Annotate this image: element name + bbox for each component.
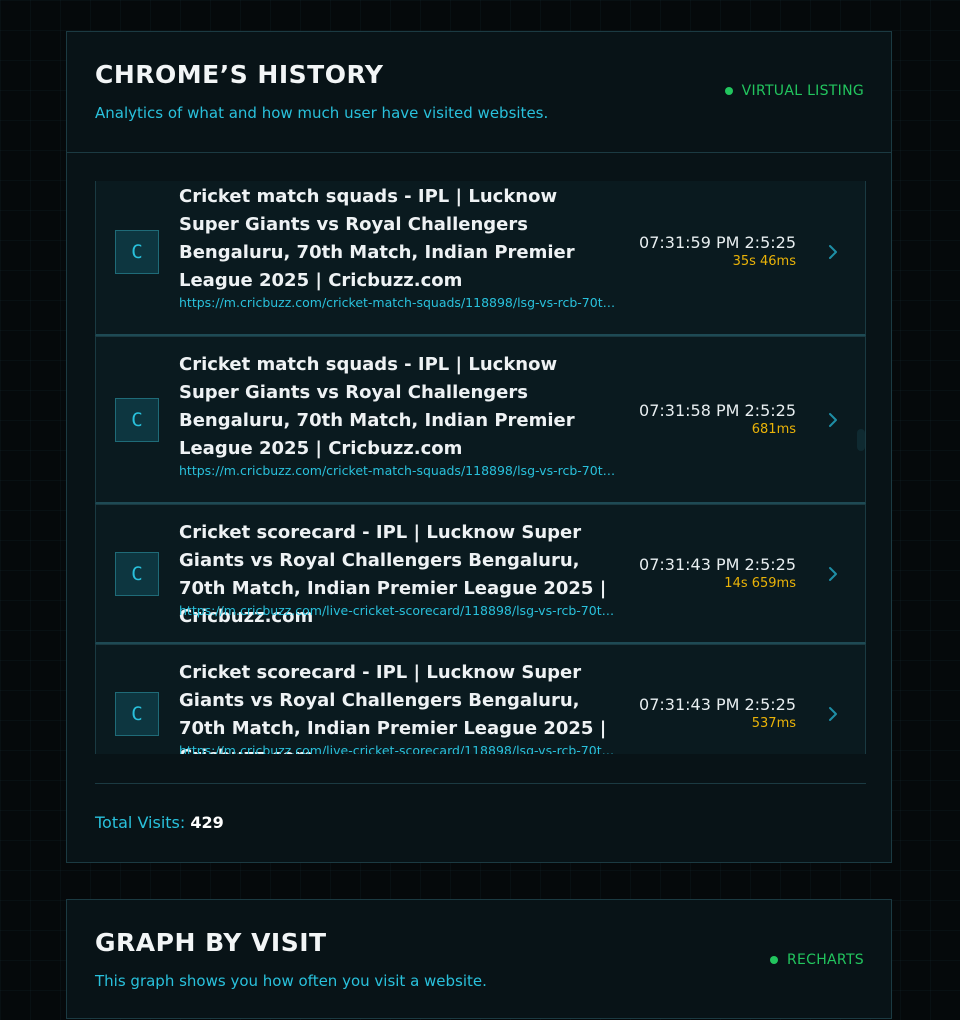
row-title: Cricket match squads - IPL | Lucknow Sup… xyxy=(179,186,575,291)
graph-subtitle: This graph shows you how often you visit… xyxy=(95,972,487,990)
site-avatar: C xyxy=(115,551,159,596)
row-time: 07:31:43 PM 2:5:25 537ms xyxy=(639,695,796,733)
row-title: Cricket scorecard - IPL | Lucknow Super … xyxy=(179,662,607,754)
list-scrollbar[interactable] xyxy=(857,429,865,451)
visit-duration: 35s 46ms xyxy=(732,253,796,269)
status-dot-icon xyxy=(769,956,778,964)
row-url[interactable]: https://m.cricbuzz.com/cricket-match-squ… xyxy=(179,295,621,310)
badge-label: VIRTUAL LISTING xyxy=(741,83,864,99)
chevron-right-icon[interactable] xyxy=(823,410,843,430)
row-time: 07:31:59 PM 2:5:25 35s 46ms xyxy=(639,233,796,271)
visit-time: 07:31:43 PM 2:5:25 xyxy=(639,694,796,714)
graph-panel: GRAPH BY VISIT This graph shows you how … xyxy=(66,899,892,1019)
row-time: 07:31:58 PM 2:5:25 681ms xyxy=(639,401,796,439)
row-title: Cricket match squads - IPL | Lucknow Sup… xyxy=(179,354,575,459)
graph-header: GRAPH BY VISIT This graph shows you how … xyxy=(67,900,891,1020)
visit-time: 07:31:59 PM 2:5:25 xyxy=(639,232,796,252)
visit-time: 07:31:58 PM 2:5:25 xyxy=(639,400,796,420)
history-list[interactable]: C Cricket match squads - IPL | Lucknow S… xyxy=(95,181,866,754)
graph-title: GRAPH BY VISIT xyxy=(95,928,327,957)
history-subtitle: Analytics of what and how much user have… xyxy=(95,104,549,122)
history-row[interactable]: C Cricket match squads - IPL | Lucknow S… xyxy=(95,336,866,504)
row-url[interactable]: https://m.cricbuzz.com/live-cricket-scor… xyxy=(179,603,621,618)
badge-label: RECHARTS xyxy=(786,952,864,968)
history-row[interactable]: C Cricket scorecard - IPL | Lucknow Supe… xyxy=(95,504,866,644)
chevron-right-icon[interactable] xyxy=(823,704,843,724)
history-row[interactable]: C Cricket match squads - IPL | Lucknow S… xyxy=(95,181,866,336)
recharts-badge: RECHARTS xyxy=(769,952,864,968)
visit-duration: 14s 659ms xyxy=(724,575,796,591)
visit-duration: 681ms xyxy=(751,421,796,437)
total-visits-value: 429 xyxy=(190,813,224,832)
chevron-right-icon[interactable] xyxy=(823,564,843,584)
history-row[interactable]: C Cricket scorecard - IPL | Lucknow Supe… xyxy=(95,644,866,754)
status-dot-icon xyxy=(724,87,733,95)
site-avatar: C xyxy=(115,229,159,274)
row-url[interactable]: https://m.cricbuzz.com/cricket-match-squ… xyxy=(179,463,621,478)
visit-time: 07:31:43 PM 2:5:25 xyxy=(639,554,796,574)
site-avatar: C xyxy=(115,691,159,736)
history-header: CHROME’S HISTORY Analytics of what and h… xyxy=(67,32,891,153)
history-panel: CHROME’S HISTORY Analytics of what and h… xyxy=(66,31,892,863)
divider xyxy=(95,783,866,784)
chevron-right-icon[interactable] xyxy=(823,242,843,262)
row-time: 07:31:43 PM 2:5:25 14s 659ms xyxy=(639,555,796,593)
total-visits: Total Visits: 429 xyxy=(95,813,224,832)
row-url[interactable]: https://m.cricbuzz.com/live-cricket-scor… xyxy=(179,743,621,754)
history-title: CHROME’S HISTORY xyxy=(95,60,384,89)
total-visits-label: Total Visits: xyxy=(95,813,186,832)
virtual-listing-badge: VIRTUAL LISTING xyxy=(724,83,864,99)
visit-duration: 537ms xyxy=(751,715,796,731)
site-avatar: C xyxy=(115,397,159,442)
